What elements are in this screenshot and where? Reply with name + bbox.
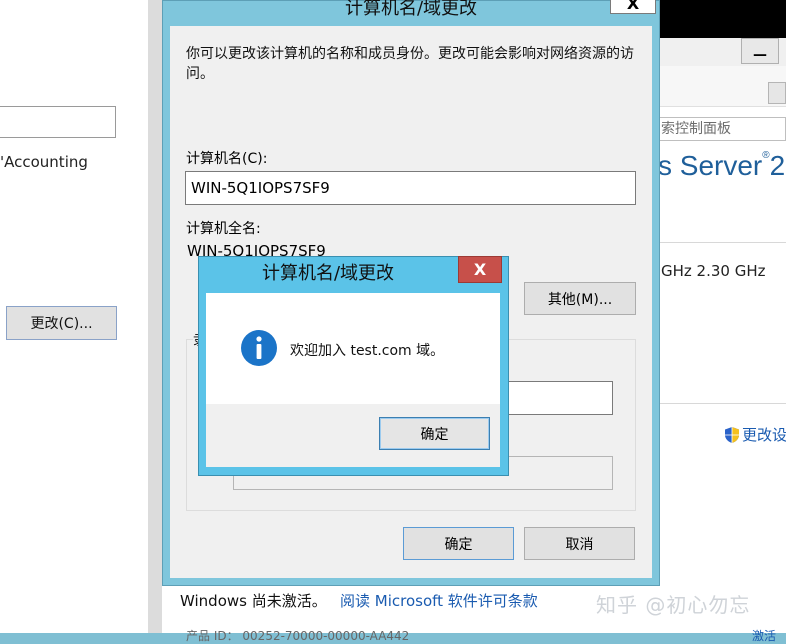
cancel-button[interactable]: 取消 [524, 527, 635, 560]
computer-name-input[interactable]: WIN-5Q1IOPS7SF9 [185, 171, 636, 205]
change-settings-link[interactable]: 更改设 [724, 424, 786, 445]
change-settings-label: 更改设 [742, 426, 786, 444]
nav-arrow-button[interactable] [768, 82, 786, 104]
other-button[interactable]: 其他(M)... [524, 282, 636, 315]
minimize-icon: — [753, 47, 767, 63]
info-icon [241, 330, 277, 366]
dialog-close-button[interactable]: X [610, 0, 656, 14]
ok-button[interactable]: 确定 [403, 527, 514, 560]
computer-name-label: 计算机名(C): [186, 151, 268, 167]
windows-server-brand: s Server®20 [658, 150, 786, 182]
dialog-description: 你可以更改该计算机的名称和成员身份。更改可能会影响对网络资源的访问。 [186, 46, 634, 82]
product-id-text: 产品 ID： 00252-70000-00000-AA442 [186, 629, 410, 643]
system-window-titlebar [660, 0, 786, 38]
uac-shield-icon [725, 426, 739, 443]
message-box-close-button[interactable]: X [458, 256, 502, 283]
brand-suffix: 20 [769, 150, 786, 181]
watermark-text: 知乎 @初心勿忘 [596, 593, 751, 617]
minimize-button[interactable]: — [741, 38, 779, 64]
license-terms-link[interactable]: 阅读 Microsoft 软件许可条款 [340, 590, 538, 611]
close-icon: X [473, 260, 487, 279]
separator [660, 242, 786, 243]
window-gap [148, 0, 162, 633]
domain-input[interactable] [508, 381, 613, 415]
workgroup-partial-text: 'Accounting [0, 153, 88, 171]
cpu-speed-text: GHz 2.30 GHz [661, 262, 766, 280]
separator [660, 403, 786, 404]
close-icon: X [626, 0, 640, 13]
full-name-label: 计算机全名: [186, 221, 261, 237]
computer-description-input[interactable] [0, 106, 116, 138]
brand-text: s Server [658, 150, 763, 181]
dialog-title: 计算机名/域更改 [344, 0, 478, 19]
activate-link[interactable]: 激活 [752, 627, 776, 644]
search-control-panel-input[interactable]: 索控制面板 [658, 117, 786, 141]
activation-status-text: Windows 尚未激活。 [180, 592, 327, 610]
welcome-message-text: 欢迎加入 test.com 域。 [290, 343, 445, 359]
message-box-title: 计算机名/域更改 [261, 263, 395, 284]
change-button[interactable]: 更改(C)... [6, 306, 117, 340]
registered-mark: ® [762, 150, 770, 161]
message-box-ok-button[interactable]: 确定 [379, 417, 490, 450]
